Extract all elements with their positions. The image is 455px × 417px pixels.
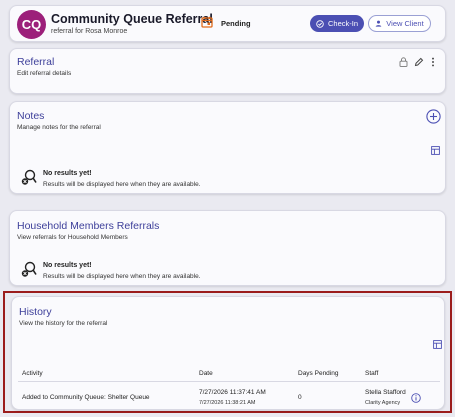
cell-activity: Added to Community Queue: Shelter Queue bbox=[22, 394, 150, 401]
lock-icon bbox=[399, 57, 408, 67]
section-subtitle: Manage notes for the referral bbox=[17, 124, 101, 131]
history-highlight-frame: History View the history for the referra… bbox=[3, 291, 452, 413]
person-icon bbox=[375, 20, 382, 27]
section-subtitle: Edit referral details bbox=[17, 70, 72, 77]
section-title: Household Members Referrals bbox=[17, 220, 160, 232]
no-results-search-icon bbox=[21, 261, 37, 277]
referral-header: CQ Community Queue Referral referral for… bbox=[9, 5, 446, 42]
cell-staff-agency: Clarity Agency bbox=[365, 400, 401, 406]
calendar-icon bbox=[201, 16, 213, 28]
cell-staff-name: Stella Stafford bbox=[365, 389, 406, 396]
check-circle-icon bbox=[316, 19, 324, 28]
check-in-button[interactable]: Check-In bbox=[310, 15, 364, 32]
household-referrals-section: Household Members Referrals View referra… bbox=[9, 210, 446, 286]
avatar: CQ bbox=[17, 10, 46, 39]
section-title: Referral bbox=[17, 56, 55, 68]
view-client-button[interactable]: View Client bbox=[368, 15, 431, 32]
page-title: Community Queue Referral bbox=[51, 12, 213, 26]
table-columns-icon[interactable] bbox=[433, 340, 442, 349]
empty-state-title: No results yet! bbox=[43, 262, 92, 269]
history-section: History View the history for the referra… bbox=[11, 296, 445, 410]
table-columns-icon[interactable] bbox=[431, 146, 440, 155]
no-results-search-icon bbox=[21, 169, 37, 185]
pencil-icon[interactable] bbox=[414, 57, 424, 67]
notes-section: Notes Manage notes for the referral No r… bbox=[9, 101, 446, 194]
page-subtitle: referral for Rosa Monroe bbox=[51, 28, 128, 35]
section-title: Notes bbox=[17, 110, 45, 122]
referral-section: Referral Edit referral details bbox=[9, 48, 446, 94]
column-header-days-pending: Days Pending bbox=[298, 370, 339, 377]
table-divider bbox=[18, 381, 440, 382]
section-subtitle: View the history for the referral bbox=[19, 320, 108, 327]
column-header-staff: Staff bbox=[365, 370, 379, 377]
add-circle-icon[interactable] bbox=[426, 109, 441, 124]
empty-state-message: Results will be displayed here when they… bbox=[43, 273, 201, 280]
cell-date-secondary: 7/27/2026 11:38:21 AM bbox=[199, 400, 256, 406]
status-badge: Pending bbox=[221, 19, 251, 28]
cell-date: 7/27/2026 11:37:41 AM bbox=[199, 389, 266, 396]
column-header-date: Date bbox=[199, 370, 213, 377]
check-in-label: Check-In bbox=[327, 19, 358, 28]
view-client-label: View Client bbox=[386, 19, 424, 28]
empty-state-title: No results yet! bbox=[43, 170, 92, 177]
empty-state-message: Results will be displayed here when they… bbox=[43, 181, 201, 188]
info-icon[interactable] bbox=[411, 393, 421, 403]
cell-days-pending: 0 bbox=[298, 394, 302, 401]
column-header-activity: Activity bbox=[22, 370, 43, 377]
more-vertical-icon[interactable] bbox=[431, 57, 435, 67]
section-subtitle: View referrals for Household Members bbox=[17, 234, 128, 241]
section-title: History bbox=[19, 306, 52, 318]
